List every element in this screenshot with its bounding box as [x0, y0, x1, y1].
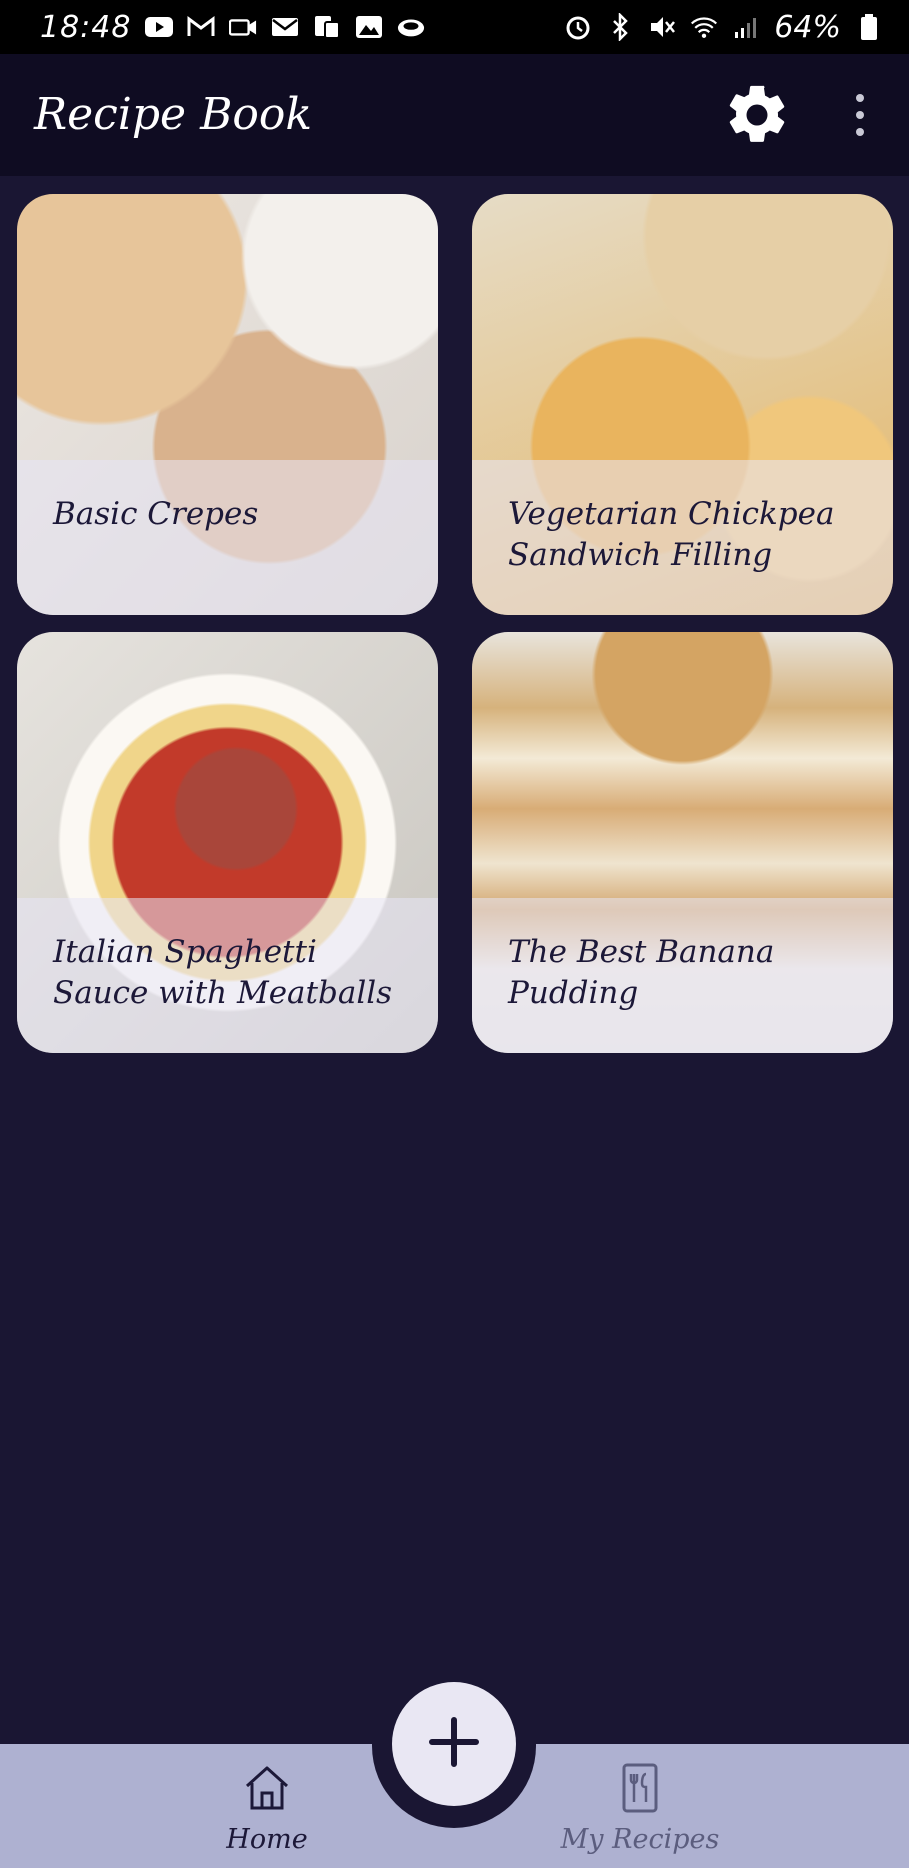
nav-home-label: Home [226, 1824, 308, 1855]
recipe-card[interactable]: Italian Spaghetti Sauce with Meatballs [17, 632, 438, 1053]
recipe-title: Italian Spaghetti Sauce with Meatballs [53, 934, 393, 1011]
bluetooth-icon [606, 13, 634, 41]
recipe-title: Vegetarian Chickpea Sandwich Filling [508, 496, 835, 573]
mute-icon [648, 14, 676, 40]
home-icon [241, 1762, 293, 1818]
device-icon [313, 14, 341, 40]
nav-home[interactable]: Home [167, 1762, 367, 1862]
recipe-card[interactable]: Vegetarian Chickpea Sandwich Filling [472, 194, 893, 615]
nav-my-recipes-label: My Recipes [560, 1824, 720, 1855]
recipe-title: The Best Banana Pudding [508, 934, 775, 1011]
image-icon [355, 14, 383, 40]
mail-icon [271, 14, 299, 40]
gmail-icon [187, 14, 215, 40]
gear-icon[interactable] [722, 80, 792, 150]
cloud-icon [397, 14, 425, 40]
add-recipe-button[interactable] [392, 1682, 516, 1806]
nav-my-recipes[interactable]: My Recipes [540, 1762, 740, 1862]
label-band [17, 460, 438, 615]
recipe-book-icon [614, 1762, 666, 1818]
signal-icon [732, 14, 760, 40]
camera-icon [229, 14, 257, 40]
page-title: Recipe Book [34, 89, 313, 140]
recipe-title: Basic Crepes [53, 496, 259, 532]
recipe-card[interactable]: The Best Banana Pudding [472, 632, 893, 1053]
battery-icon [855, 14, 883, 40]
status-bar: 18:48 64% [0, 0, 909, 54]
youtube-icon [145, 14, 174, 40]
battery-percent: 64% [774, 9, 841, 45]
more-vert-icon[interactable] [848, 90, 872, 140]
app-bar: Recipe Book [0, 54, 909, 176]
alarm-icon [564, 14, 592, 40]
wifi-icon [690, 14, 718, 40]
recipe-card[interactable]: Basic Crepes [17, 194, 438, 615]
status-time: 18:48 [40, 9, 132, 45]
plus-icon [426, 1714, 482, 1774]
